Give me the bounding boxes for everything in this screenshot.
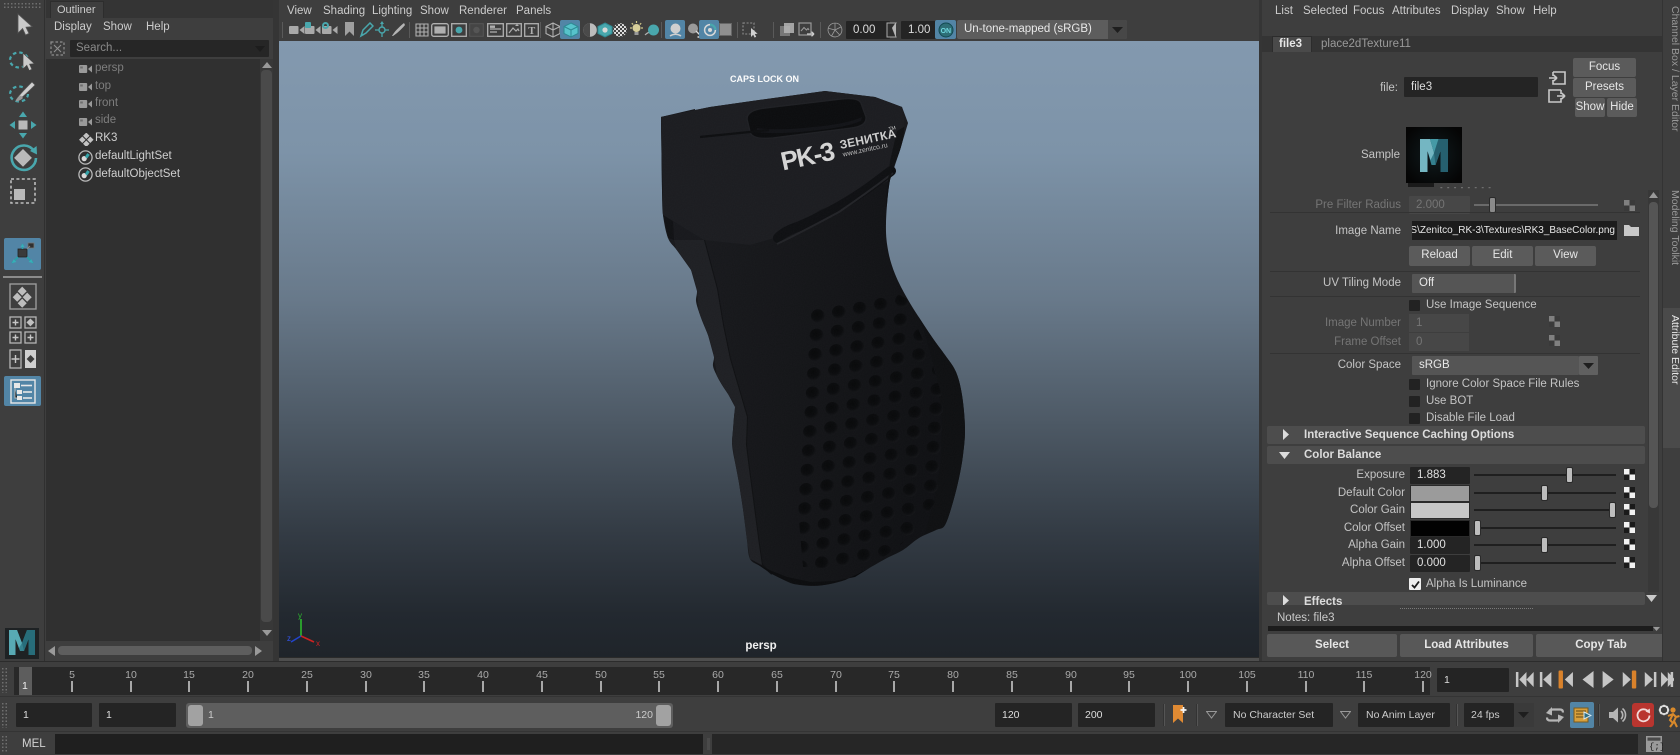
- svg-text:{;}: {;}: [1649, 742, 1663, 752]
- svg-text:z: z: [287, 634, 291, 643]
- svg-text:y: y: [298, 611, 302, 620]
- svg-text:x: x: [316, 639, 320, 648]
- svg-text:T: T: [528, 26, 535, 37]
- svg-text:ON: ON: [941, 28, 952, 35]
